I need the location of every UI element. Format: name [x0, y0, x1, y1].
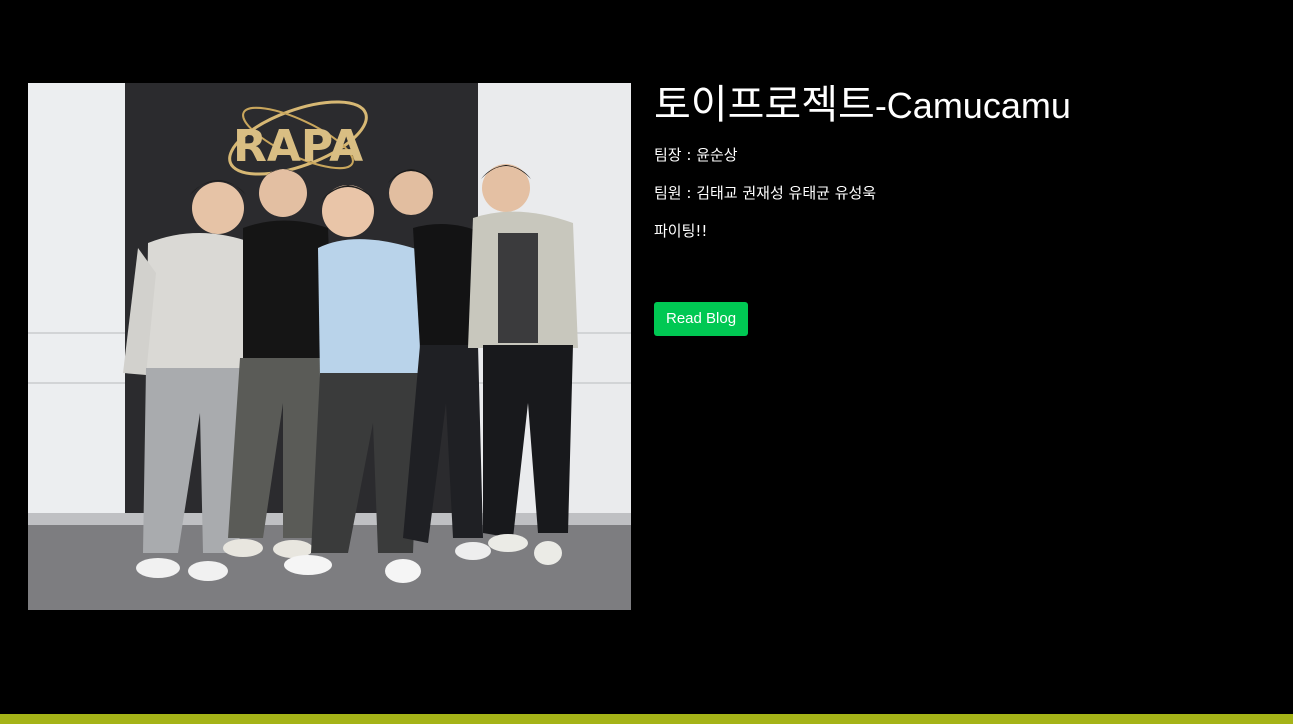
- cheer-text: 파이팅!!: [654, 222, 708, 240]
- rapa-sign-text: RAPA: [233, 121, 363, 172]
- project-content: 토이프로젝트-Camucamu 팀장 : 윤순상 팀원 : 김태교 권재성 유태…: [654, 83, 1254, 336]
- project-title-english: -Camucamu: [874, 85, 1071, 126]
- page: RAPA 토이프로젝트-Camucamu 팀장: 윤순상 팀원: 김태교 권…: [0, 0, 1293, 724]
- bottom-accent-bar: [0, 714, 1293, 724]
- read-blog-button[interactable]: Read Blog: [654, 302, 749, 336]
- team-members-text: 팀원 : 김태교 권재성 유태균 유성욱: [654, 184, 877, 202]
- team-photo: RAPA: [28, 83, 631, 610]
- team-leader-text: 팀장 : 윤순상: [654, 146, 738, 164]
- project-title-korean: 토이프로젝트: [654, 82, 875, 128]
- project-title: 토이프로젝트-Camucamu: [654, 83, 1254, 125]
